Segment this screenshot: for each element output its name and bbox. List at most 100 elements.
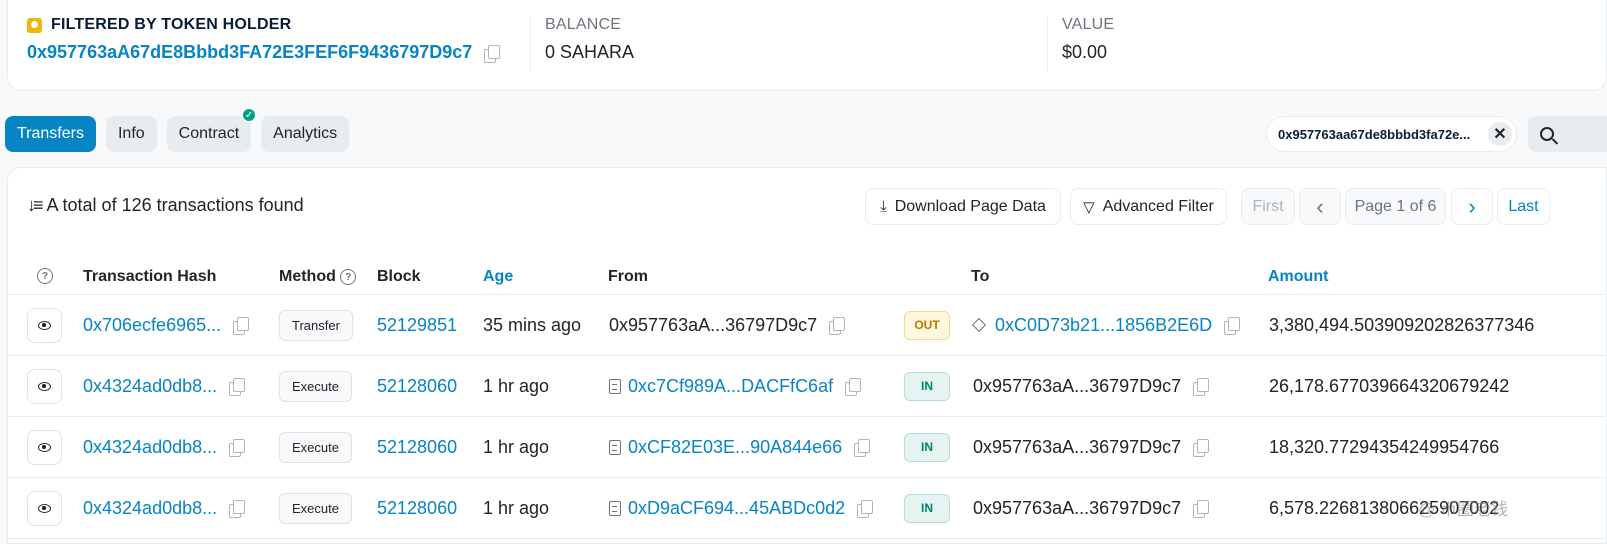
transfers-card: ↓≡ A total of 126 transactions found ⤓ D… xyxy=(7,167,1607,544)
view-details-button[interactable] xyxy=(27,490,62,526)
method-header-label: Method xyxy=(279,268,336,285)
contract-file-icon xyxy=(609,500,621,516)
holder-label-row: FILTERED BY TOKEN HOLDER xyxy=(27,16,498,34)
tab-transfers[interactable]: Transfers xyxy=(5,116,96,152)
first-page-button[interactable]: First xyxy=(1241,188,1295,225)
copy-icon[interactable] xyxy=(829,317,846,335)
download-page-data-button[interactable]: ⤓ Download Page Data xyxy=(865,188,1061,225)
page-indicator: Page 1 of 6 xyxy=(1345,188,1446,225)
amount-value: 26,178.677039664320679242 xyxy=(1269,375,1510,396)
tab-label: Info xyxy=(117,125,145,142)
col-method: Method ? xyxy=(279,268,357,286)
holder-address-link[interactable]: 0x957763aA67dE8Bbbd3FA72E3FEF6F9436797D9… xyxy=(27,42,472,63)
eye-icon xyxy=(38,320,51,330)
amount-value: 3,380,494.503909202826377346 xyxy=(1269,314,1535,335)
col-block: Block xyxy=(377,268,421,285)
filter-icon: ▽ xyxy=(1083,198,1095,216)
to-address[interactable]: 0x957763aA...36797D9c7 xyxy=(973,376,1181,397)
age-value: 1 hr ago xyxy=(483,497,550,518)
age-value: 1 hr ago xyxy=(483,375,550,396)
col-age[interactable]: Age xyxy=(483,268,513,286)
download-label: Download Page Data xyxy=(894,197,1046,215)
tab-label: Analytics xyxy=(273,125,338,142)
copy-icon[interactable] xyxy=(233,317,250,335)
block-link[interactable]: 52128060 xyxy=(377,437,457,458)
contract-file-icon xyxy=(609,439,621,455)
table-row: 0x4324ad0db8... Execute 52128060 1 hr ag… xyxy=(8,356,1606,417)
divider xyxy=(530,16,531,72)
contract-file-icon xyxy=(609,378,621,394)
tx-hash-link[interactable]: 0x4324ad0db8... xyxy=(83,376,217,397)
advanced-filter-label: Advanced Filter xyxy=(1102,197,1214,215)
holder-label: FILTERED BY TOKEN HOLDER xyxy=(51,16,292,33)
holder-column: FILTERED BY TOKEN HOLDER 0x957763aA67dE8… xyxy=(27,16,501,63)
method-badge: Execute xyxy=(279,370,352,402)
tx-hash-link[interactable]: 0x4324ad0db8... xyxy=(83,498,217,519)
from-address-link[interactable]: 0xCF82E03E...90A844e66 xyxy=(628,437,842,458)
verified-check-icon: ✓ xyxy=(241,107,258,123)
value-column: VALUE $0.00 xyxy=(1062,16,1114,63)
table-row: 0x4324ad0db8... Execute 52128060 1 hr ag… xyxy=(8,417,1606,478)
table-row: 0x4324ad0db8... Execute 52128060 1 hr ag… xyxy=(8,478,1606,539)
tab-bar: Transfers Info Contract ✓ Analytics xyxy=(5,107,359,152)
copy-icon[interactable] xyxy=(854,439,871,457)
divider xyxy=(1047,16,1048,72)
col-to: To xyxy=(971,268,990,285)
copy-icon[interactable] xyxy=(845,378,862,396)
to-address[interactable]: 0x957763aA...36797D9c7 xyxy=(973,498,1181,519)
copy-icon[interactable] xyxy=(1193,500,1210,518)
holder-address-row: 0x957763aA67dE8Bbbd3FA72E3FEF6F9436797D9… xyxy=(27,42,501,63)
prev-page-button[interactable]: ‹ xyxy=(1299,188,1341,225)
amount-value: 18,320.77294354249954766 xyxy=(1269,436,1500,457)
download-icon: ⤓ xyxy=(880,198,887,215)
copy-icon[interactable] xyxy=(857,500,874,518)
value-value: $0.00 xyxy=(1062,42,1108,62)
copy-icon[interactable] xyxy=(484,44,501,63)
tab-label: Contract xyxy=(178,125,240,142)
block-link[interactable]: 52129851 xyxy=(377,315,457,336)
block-link[interactable]: 52128060 xyxy=(377,376,457,397)
close-icon[interactable]: ✕ xyxy=(1488,122,1512,146)
balance-label: BALANCE xyxy=(545,16,622,33)
view-details-button[interactable] xyxy=(27,429,62,465)
search-icon xyxy=(1540,127,1554,141)
watermark: @ 币圈老钱 xyxy=(1418,500,1508,519)
advanced-filter-button[interactable]: ▽ Advanced Filter xyxy=(1070,188,1227,225)
from-address[interactable]: 0x957763aA...36797D9c7 xyxy=(609,315,817,336)
tab-info[interactable]: Info xyxy=(105,116,157,152)
eye-icon xyxy=(38,381,51,391)
from-address-link[interactable]: 0xD9aCF694...45ABDc0d2 xyxy=(628,498,845,519)
eye-icon xyxy=(38,442,51,452)
tab-label: Transfers xyxy=(17,125,84,142)
col-transaction-hash: Transaction Hash xyxy=(83,268,217,285)
view-details-button[interactable] xyxy=(27,307,62,343)
method-badge: Execute xyxy=(279,492,352,524)
sort-icon[interactable]: ↓≡ xyxy=(27,195,43,216)
help-icon[interactable]: ? xyxy=(340,269,357,285)
tx-hash-link[interactable]: 0x706ecfe6965... xyxy=(83,315,221,336)
view-details-button[interactable] xyxy=(27,368,62,404)
direction-badge: IN xyxy=(904,432,950,462)
copy-icon[interactable] xyxy=(229,500,246,518)
copy-icon[interactable] xyxy=(1193,439,1210,457)
search-button[interactable] xyxy=(1528,116,1607,152)
direction-badge: IN xyxy=(904,493,950,523)
next-page-button[interactable]: › xyxy=(1451,188,1493,225)
to-address[interactable]: 0x957763aA...36797D9c7 xyxy=(973,437,1181,458)
to-address-link[interactable]: 0xC0D73b21...1856B2E6D xyxy=(995,315,1212,336)
help-icon[interactable]: ? xyxy=(37,268,53,284)
from-address-link[interactable]: 0xc7Cf989A...DACFfC6af xyxy=(628,376,833,397)
copy-icon[interactable] xyxy=(229,439,246,457)
block-link[interactable]: 52128060 xyxy=(377,498,457,519)
tab-contract[interactable]: Contract ✓ xyxy=(166,107,258,152)
tx-hash-link[interactable]: 0x4324ad0db8... xyxy=(83,437,217,458)
last-page-button[interactable]: Last xyxy=(1497,188,1550,225)
tab-analytics[interactable]: Analytics xyxy=(261,116,350,152)
col-amount[interactable]: Amount xyxy=(1268,268,1328,286)
col-from: From xyxy=(608,268,648,285)
filter-chip-text: 0x957763aa67de8bbbd3fa72e... xyxy=(1278,126,1471,142)
copy-icon[interactable] xyxy=(1193,378,1210,396)
balance-value: 0 SAHARA xyxy=(545,42,635,62)
copy-icon[interactable] xyxy=(1224,317,1241,335)
copy-icon[interactable] xyxy=(229,378,246,396)
